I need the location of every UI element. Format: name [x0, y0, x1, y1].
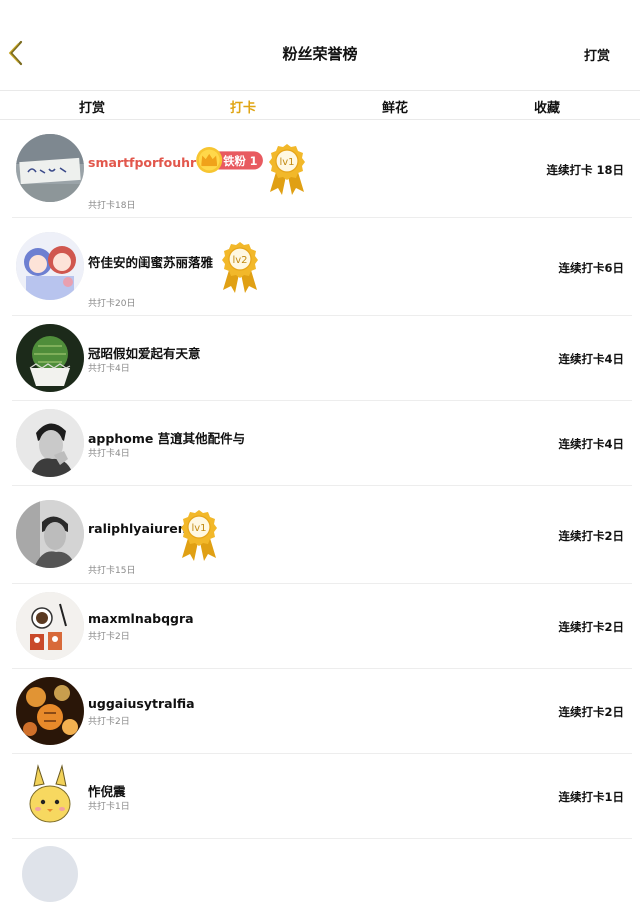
fan-name: smartfporfouhr: [88, 155, 197, 170]
lv1-medal-icon: lv1: [181, 510, 217, 561]
fan-name: 怍倪震: [88, 784, 126, 799]
tab-favorites[interactable]: 收藏: [534, 97, 560, 116]
medal-level: lv1: [279, 157, 294, 168]
fan-name: apphome 莒逳其他配件与: [88, 431, 246, 446]
total-checkin: 共打卡18日: [88, 201, 136, 211]
checkin-streak: 连续打卡4日: [558, 437, 624, 451]
cactus-avatar[interactable]: [16, 324, 84, 392]
fan-badge-label: 铁粉 1: [223, 154, 257, 168]
checkin-streak: 连续打卡 18日: [546, 163, 624, 177]
fan-name: 符佳安的闺蜜苏丽落雅: [88, 255, 214, 270]
next-avatar-partial: [22, 846, 78, 902]
checkin-streak: 连续打卡4日: [558, 352, 624, 366]
fan-name: maxmlnabqgra: [88, 611, 194, 626]
list-item[interactable]: apphome 莒逳其他配件与 共打卡4日 连续打卡4日: [0, 401, 640, 486]
lv1-medal-icon: lv1: [269, 144, 305, 195]
handwriting-note-avatar[interactable]: [16, 134, 84, 202]
fan-name: 冠昭假如爱起有天意: [88, 346, 201, 361]
tab-flowers[interactable]: 鲜花: [382, 97, 408, 116]
cartoon-chick-avatar[interactable]: [16, 762, 84, 830]
fan-name: uggaiusytralfia: [88, 696, 195, 711]
list-item[interactable]: 冠昭假如爱起有天意 共打卡4日 连续打卡4日: [0, 316, 640, 401]
coffee-cups-avatar[interactable]: [16, 592, 84, 660]
total-checkin: 共打卡20日: [88, 299, 136, 309]
tab-checkin[interactable]: 打卡: [230, 97, 256, 116]
total-checkin: 共打卡15日: [88, 566, 136, 576]
list-item[interactable]: 符佳安的闺蜜苏丽落雅 lv2 共打卡20日 连续打卡6日: [0, 218, 640, 316]
total-checkin: 共打卡4日: [88, 449, 130, 459]
checkin-streak: 连续打卡2日: [558, 620, 624, 634]
list-item[interactable]: maxmlnabqgra 共打卡2日 连续打卡2日: [0, 584, 640, 669]
divider: [12, 838, 632, 839]
medal-level: lv1: [191, 523, 206, 534]
navigation-bar: 粉丝荣誉榜 打赏: [0, 0, 640, 90]
tab-bar: 打赏 打卡 鲜花 收藏: [0, 90, 640, 120]
anime-girls-avatar[interactable]: [16, 232, 84, 300]
back-chevron-icon[interactable]: [4, 38, 28, 68]
iron-fan-badge-icon: 铁粉 1: [196, 147, 263, 173]
man-portrait-avatar[interactable]: [16, 409, 84, 477]
list-item[interactable]: raliphlyaiurend lv1 共打卡15日 连续打卡2日: [0, 486, 640, 584]
checkin-streak: 连续打卡6日: [558, 261, 624, 275]
lanterns-avatar[interactable]: [16, 677, 84, 745]
reward-button[interactable]: 打赏: [584, 45, 610, 64]
total-checkin: 共打卡4日: [88, 364, 130, 374]
medal-level: lv2: [232, 255, 247, 266]
page-title: 粉丝荣誉榜: [282, 45, 358, 63]
checkin-streak: 连续打卡2日: [558, 529, 624, 543]
bw-portrait-avatar[interactable]: [16, 500, 84, 568]
total-checkin: 共打卡2日: [88, 717, 130, 727]
checkin-streak: 连续打卡2日: [558, 705, 624, 719]
list-item[interactable]: smartfporfouhr 铁粉 1 lv1 共打卡18日 连续打卡 18日: [0, 120, 640, 218]
list-item[interactable]: uggaiusytralfia 共打卡2日 连续打卡2日: [0, 669, 640, 754]
list-item[interactable]: 怍倪震 共打卡1日 连续打卡1日: [0, 754, 640, 839]
lv2-medal-icon: lv2: [222, 242, 258, 293]
total-checkin: 共打卡1日: [88, 802, 130, 812]
total-checkin: 共打卡2日: [88, 632, 130, 642]
checkin-streak: 连续打卡1日: [558, 790, 624, 804]
tab-reward[interactable]: 打赏: [79, 97, 105, 116]
